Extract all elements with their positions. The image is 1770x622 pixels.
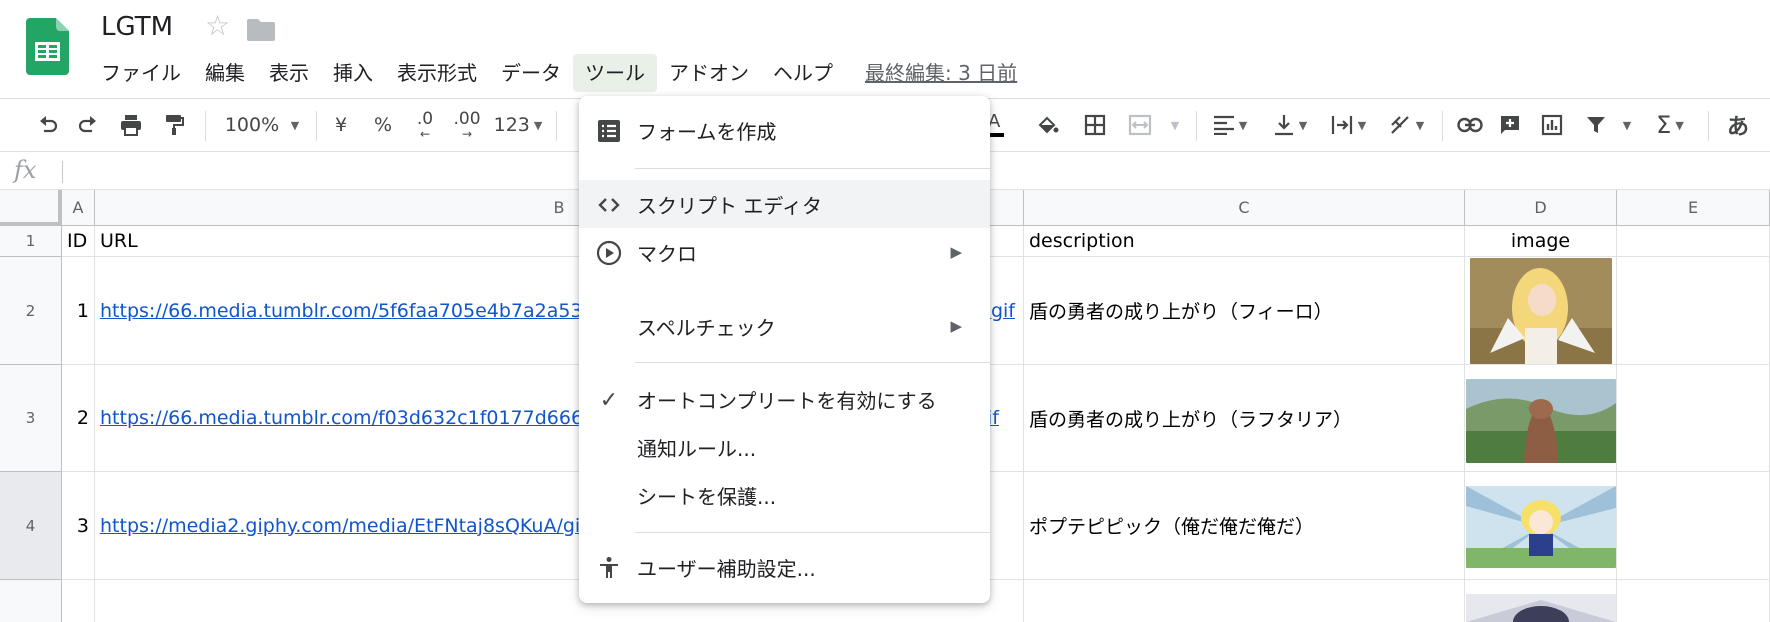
merge-caret-icon[interactable]: ▼ [1164,109,1182,141]
cell-c1[interactable]: description [1024,226,1465,257]
menu-help[interactable]: ヘルプ [761,54,845,92]
menu-bar: ファイル 編集 表示 挿入 表示形式 データ ツール アドオン ヘルプ 最終編集… [89,54,1017,92]
play-circle-icon [596,240,622,266]
column-header-d[interactable]: D [1465,190,1617,226]
accessibility-icon [596,555,622,581]
functions-icon[interactable]: Σ ▼ [1648,109,1692,141]
form-icon [596,118,622,144]
cell-e4[interactable] [1617,472,1770,580]
cell-c5[interactable] [1024,580,1465,622]
cell-d1[interactable]: image [1465,226,1617,257]
menu-divider [635,362,990,363]
cell-a4[interactable]: 3 [62,472,95,580]
menu-data[interactable]: データ [489,54,573,92]
app-header: LGTM ☆ ファイル 編集 表示 挿入 表示形式 データ ツール アドオン ヘ… [0,0,1770,95]
input-tools-button[interactable]: あ [1718,109,1758,141]
url-link[interactable]: https://66.media.tumblr.com/f03d632c1f01… [100,407,643,429]
star-icon[interactable]: ☆ [205,12,230,40]
insert-chart-icon[interactable] [1538,109,1566,141]
cell-a5[interactable] [62,580,95,622]
cell-c3[interactable]: 盾の勇者の成り上がり（ラフタリア） [1024,365,1465,472]
row-header-4[interactable]: 4 [0,472,62,580]
insert-comment-icon[interactable] [1496,109,1524,141]
text-wrap-icon[interactable]: ▼ [1326,109,1370,141]
url-link[interactable]: https://66.media.tumblr.com/5f6faa705e4b… [100,300,643,322]
row-header-5[interactable] [0,580,62,622]
menu-view[interactable]: 表示 [257,54,321,92]
fill-color-icon[interactable] [1034,109,1062,141]
row-header-1[interactable]: 1 [0,226,62,257]
zoom-caret-icon[interactable]: ▼ [283,109,303,141]
vertical-align-icon[interactable]: ▼ [1268,109,1312,141]
anime-thumbnail-image [1470,258,1612,364]
menu-item-create-form[interactable]: フォームを作成 [579,106,990,154]
cell-a1[interactable]: ID [62,226,95,257]
folder-icon[interactable] [247,19,275,41]
text-rotation-icon[interactable]: ▼ [1384,109,1428,141]
cell-c4[interactable]: ポプテピピック（俺だ俺だ俺だ） [1024,472,1465,580]
menu-addons[interactable]: アドオン [657,54,761,92]
insert-link-icon[interactable] [1454,109,1486,141]
menu-file[interactable]: ファイル [89,54,193,92]
code-icon [596,192,622,218]
column-header-a[interactable]: A [62,190,95,226]
select-all-corner[interactable] [0,190,62,226]
horizontal-align-icon[interactable]: ▼ [1208,109,1252,141]
menu-item-notification-rules[interactable]: 通知ルール... [579,423,990,471]
menu-item-macros[interactable]: マクロ ▶ [579,228,990,276]
submenu-arrow-icon: ▶ [950,243,962,261]
sheets-logo-icon[interactable] [26,18,69,75]
column-header-c[interactable]: C [1024,190,1465,226]
menu-item-protect-sheet[interactable]: シートを保護... [579,471,990,519]
column-header-e[interactable]: E [1617,190,1770,226]
check-icon: ✓ [599,387,619,413]
decrease-decimal-button[interactable]: .0 ← [410,109,440,141]
filter-caret-icon[interactable]: ▼ [1616,109,1634,141]
menu-item-accessibility[interactable]: ユーザー補助設定... [579,543,990,591]
menu-divider [635,532,990,533]
cell-e1[interactable] [1617,226,1770,257]
print-icon[interactable] [115,109,147,141]
borders-icon[interactable] [1081,109,1109,141]
fx-icon: fx [14,156,37,184]
increase-decimal-button[interactable]: .00 → [450,109,484,141]
cell-e2[interactable] [1617,257,1770,365]
redo-icon[interactable] [72,109,104,141]
menu-format[interactable]: 表示形式 [385,54,489,92]
paint-format-icon[interactable] [158,109,190,141]
formula-divider [62,161,63,183]
cell-a2[interactable]: 1 [62,257,95,365]
percent-format-button[interactable]: % [372,109,394,141]
currency-format-button[interactable]: ¥ [330,109,352,141]
cell-e3[interactable] [1617,365,1770,472]
cell-e5[interactable] [1617,580,1770,622]
cell-c2[interactable]: 盾の勇者の成り上がり（フィーロ） [1024,257,1465,365]
menu-insert[interactable]: 挿入 [321,54,385,92]
anime-thumbnail-image [1466,594,1616,622]
more-formats-button[interactable]: 123 ▼ [492,109,544,141]
undo-icon[interactable] [32,109,64,141]
anime-thumbnail-image [1466,486,1616,568]
menu-edit[interactable]: 編集 [193,54,257,92]
tools-dropdown-menu: フォームを作成 スクリプト エディタ マクロ ▶ スペルチェック ▶ ✓ オート… [579,96,990,603]
row-header-3[interactable]: 3 [0,365,62,472]
submenu-arrow-icon: ▶ [950,317,962,335]
last-edit-link[interactable]: 最終編集: 3 日前 [865,54,1017,92]
menu-item-spell-check[interactable]: スペルチェック ▶ [579,302,990,350]
menu-item-script-editor[interactable]: スクリプト エディタ [579,180,990,228]
cell-a3[interactable]: 2 [62,365,95,472]
url-link[interactable]: https://media2.giphy.com/media/EtFNtaj8s… [100,515,629,537]
menu-tools[interactable]: ツール [573,54,657,92]
menu-item-autocomplete[interactable]: ✓ オートコンプリートを有効にする [579,375,990,423]
filter-icon[interactable] [1582,109,1610,141]
anime-thumbnail-image [1466,379,1616,463]
merge-cells-icon[interactable] [1126,109,1154,141]
menu-divider [635,168,990,169]
zoom-value: 100% [224,114,280,136]
zoom-select[interactable]: 100% [222,109,282,141]
row-header-2[interactable]: 2 [0,257,62,365]
document-title[interactable]: LGTM [101,12,173,42]
